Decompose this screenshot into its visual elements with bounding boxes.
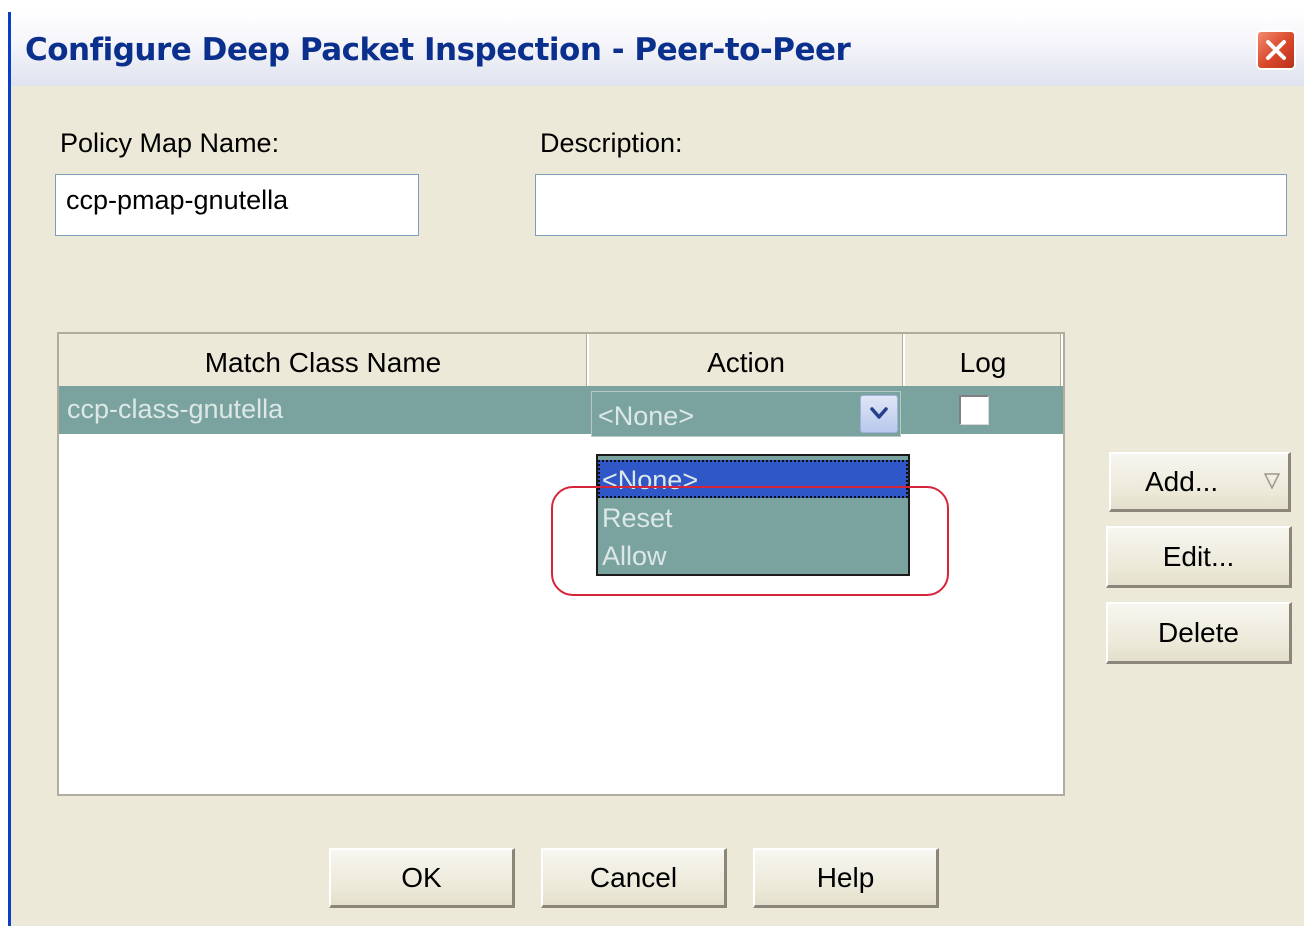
description-label: Description: [540,128,683,158]
column-header-action[interactable]: Action [589,334,905,386]
description-input[interactable] [535,174,1287,236]
help-button[interactable]: Help [753,848,939,908]
delete-button-label: Delete [1158,617,1239,648]
dropdown-option-reset[interactable]: Reset [598,498,908,536]
help-button-label: Help [816,862,875,893]
policy-map-name-input[interactable]: ccp-pmap-gnutella [55,174,419,236]
cancel-button-label: Cancel [589,862,678,893]
title-bar[interactable]: Configure Deep Packet Inspection - Peer-… [11,12,1304,86]
triangle-down-icon [1264,473,1280,490]
cancel-button[interactable]: Cancel [541,848,727,908]
log-checkbox[interactable] [959,395,989,425]
action-dropdown-list: <None> Reset Allow [596,454,910,576]
match-class-table: Match Class Name Action Log ccp-class-gn… [57,332,1065,796]
column-header-log[interactable]: Log [905,334,1063,386]
dialog-window: Configure Deep Packet Inspection - Peer-… [8,12,1304,926]
ok-button[interactable]: OK [329,848,515,908]
add-button-label: Add... [1145,466,1219,497]
combobox-dropdown-button[interactable] [860,395,898,433]
window-title: Configure Deep Packet Inspection - Peer-… [25,32,851,68]
close-icon [1266,40,1286,60]
match-class-cell: ccp-class-gnutella [67,394,284,424]
action-combobox[interactable]: <None> [591,391,901,437]
close-button[interactable] [1256,30,1296,70]
table-row[interactable]: ccp-class-gnutella <None> [59,386,1063,437]
policy-map-name-label: Policy Map Name: [60,128,280,158]
edit-button[interactable]: Edit... [1106,526,1292,588]
dropdown-option-allow[interactable]: Allow [598,536,908,574]
ok-button-label: OK [401,862,442,893]
edit-button-label: Edit... [1162,541,1235,572]
chevron-down-icon [870,407,888,419]
add-button[interactable]: Add... [1109,452,1291,512]
table-header: Match Class Name Action Log [59,334,1063,386]
action-combobox-value: <None> [598,401,695,431]
dropdown-option-none[interactable]: <None> [598,460,908,498]
column-header-match-class[interactable]: Match Class Name [59,334,589,386]
delete-button[interactable]: Delete [1106,602,1292,664]
